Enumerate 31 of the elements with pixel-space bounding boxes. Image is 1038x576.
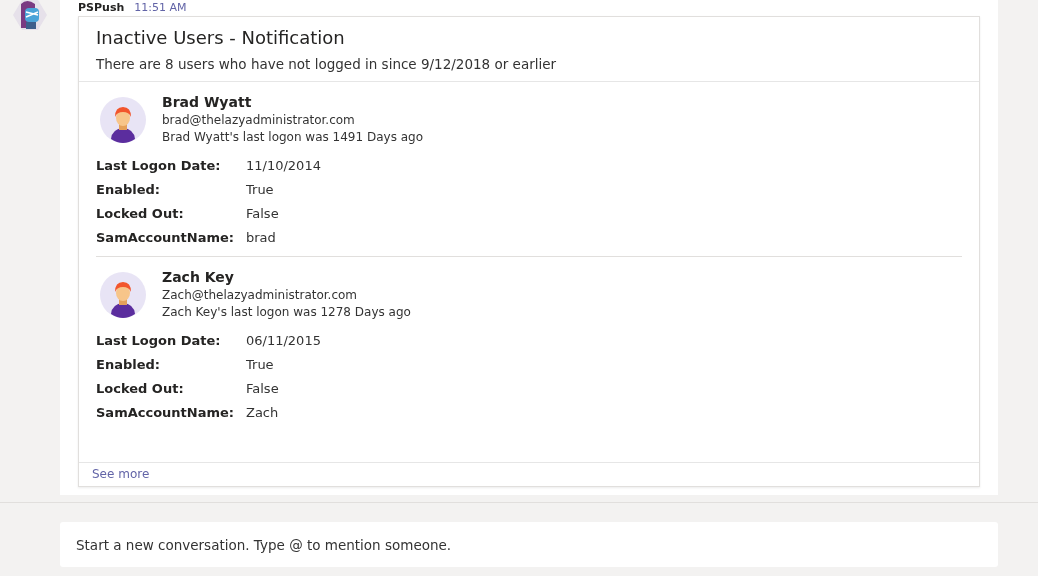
fact-value: brad [246, 230, 276, 246]
fact-value: True [246, 182, 274, 198]
person-avatar-icon [100, 96, 146, 143]
fact-label: Last Logon Date: [96, 158, 222, 174]
user-name: Brad Wyatt [162, 93, 252, 110]
fact-value: False [246, 381, 279, 397]
fact-value: 06/11/2015 [246, 333, 321, 349]
card-title: Inactive Users - Notification [96, 26, 345, 48]
fact-value: 11/10/2014 [246, 158, 321, 174]
message-time: 11:51 AM [134, 1, 187, 15]
fact-value: False [246, 206, 279, 222]
compose-field[interactable]: Start a new conversation. Type @ to mention someone. [60, 522, 998, 567]
last-logon-summary: Zach Key's last logon was 1278 Days ago [162, 304, 411, 319]
last-logon-summary: Brad Wyatt's last logon was 1491 Days ago [162, 129, 423, 144]
fact-label: Enabled: [96, 182, 161, 198]
card-subtitle: There are 8 users who have not logged in since 9/12/2018 or earlier [96, 55, 558, 72]
user-name: Zach Key [162, 268, 234, 285]
person-avatar-icon [100, 271, 146, 318]
fact-label: SamAccountName: [96, 405, 236, 421]
sender-name: PSPush [78, 1, 125, 15]
fact-label: SamAccountName: [96, 230, 236, 246]
fact-label: Locked Out: [96, 206, 185, 222]
see-more-link[interactable]: See more [79, 463, 163, 486]
fact-label: Locked Out: [96, 381, 185, 397]
fact-label: Enabled: [96, 357, 161, 373]
user-email: Zach@thelazyadministrator.com [162, 287, 358, 302]
user-email: brad@thelazyadministrator.com [162, 112, 355, 127]
fact-value: Zach [246, 405, 279, 421]
fact-label: Last Logon Date: [96, 333, 222, 349]
bot-avatar-icon [13, 0, 47, 30]
fact-value: True [246, 357, 274, 373]
